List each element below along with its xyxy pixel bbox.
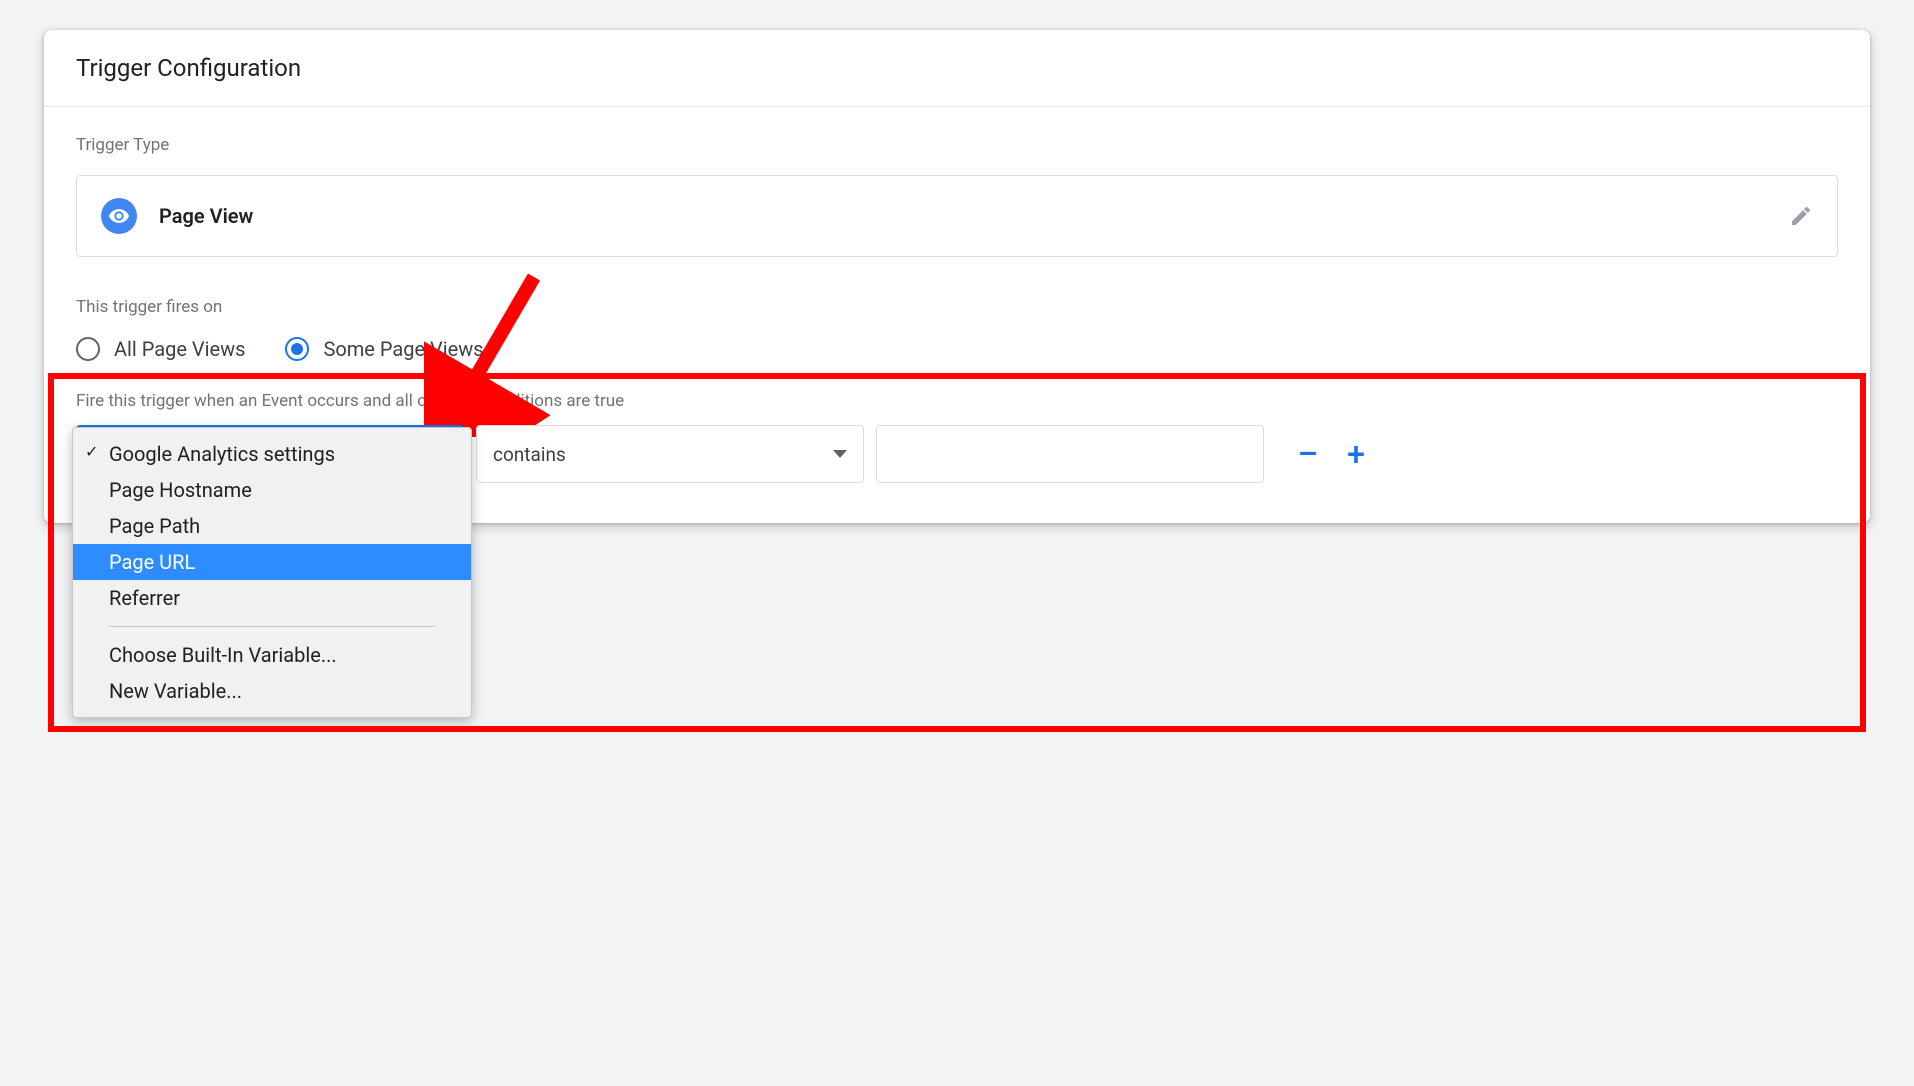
- operator-value: contains: [493, 443, 566, 466]
- dropdown-item-referrer[interactable]: Referrer: [73, 580, 471, 616]
- radio-circle-unselected: [76, 337, 100, 361]
- radio-circle-selected: [285, 337, 309, 361]
- card-body: Trigger Type Page View This trigger fi: [44, 107, 1870, 523]
- dropdown-item-page-url[interactable]: Page URL: [73, 544, 471, 580]
- dropdown-item-choose-builtin[interactable]: Choose Built-In Variable...: [73, 637, 471, 673]
- eye-icon: [101, 198, 137, 234]
- edit-icon[interactable]: [1789, 204, 1813, 228]
- trigger-type-box[interactable]: Page View: [76, 175, 1838, 257]
- radio-label-all: All Page Views: [114, 337, 245, 361]
- conditions-label: Fire this trigger when an Event occurs a…: [76, 391, 1838, 411]
- conditions-row: Google Analytics settings Page Hostname …: [76, 425, 1838, 483]
- trigger-config-card: Trigger Configuration Trigger Type Page …: [44, 30, 1870, 523]
- condition-value-input[interactable]: [876, 425, 1264, 483]
- add-condition-button[interactable]: +: [1342, 438, 1370, 470]
- variable-select[interactable]: Google Analytics settings Page Hostname …: [76, 425, 464, 483]
- card-title: Trigger Configuration: [76, 54, 1838, 82]
- dropdown-item-page-hostname[interactable]: Page Hostname: [73, 472, 471, 508]
- fires-on-label: This trigger fires on: [76, 297, 1838, 317]
- fires-on-section: This trigger fires on All Page Views Som…: [76, 297, 1838, 361]
- dropdown-item-page-path[interactable]: Page Path: [73, 508, 471, 544]
- radio-all-page-views[interactable]: All Page Views: [76, 337, 245, 361]
- dropdown-separator: [109, 626, 435, 627]
- trigger-type-label: Trigger Type: [76, 135, 1838, 155]
- card-header: Trigger Configuration: [44, 30, 1870, 107]
- radio-some-page-views[interactable]: Some Page Views: [285, 337, 483, 361]
- radio-label-some: Some Page Views: [323, 337, 483, 361]
- radio-row: All Page Views Some Page Views: [76, 337, 1838, 361]
- chevron-down-icon: [833, 450, 847, 458]
- dropdown-item-ga-settings[interactable]: Google Analytics settings: [73, 436, 471, 472]
- operator-select[interactable]: contains: [476, 425, 864, 483]
- remove-condition-button[interactable]: –: [1294, 438, 1322, 470]
- trigger-type-value: Page View: [159, 204, 253, 228]
- variable-dropdown-menu: Google Analytics settings Page Hostname …: [72, 427, 472, 718]
- row-actions: – +: [1294, 438, 1370, 470]
- dropdown-item-new-variable[interactable]: New Variable...: [73, 673, 471, 709]
